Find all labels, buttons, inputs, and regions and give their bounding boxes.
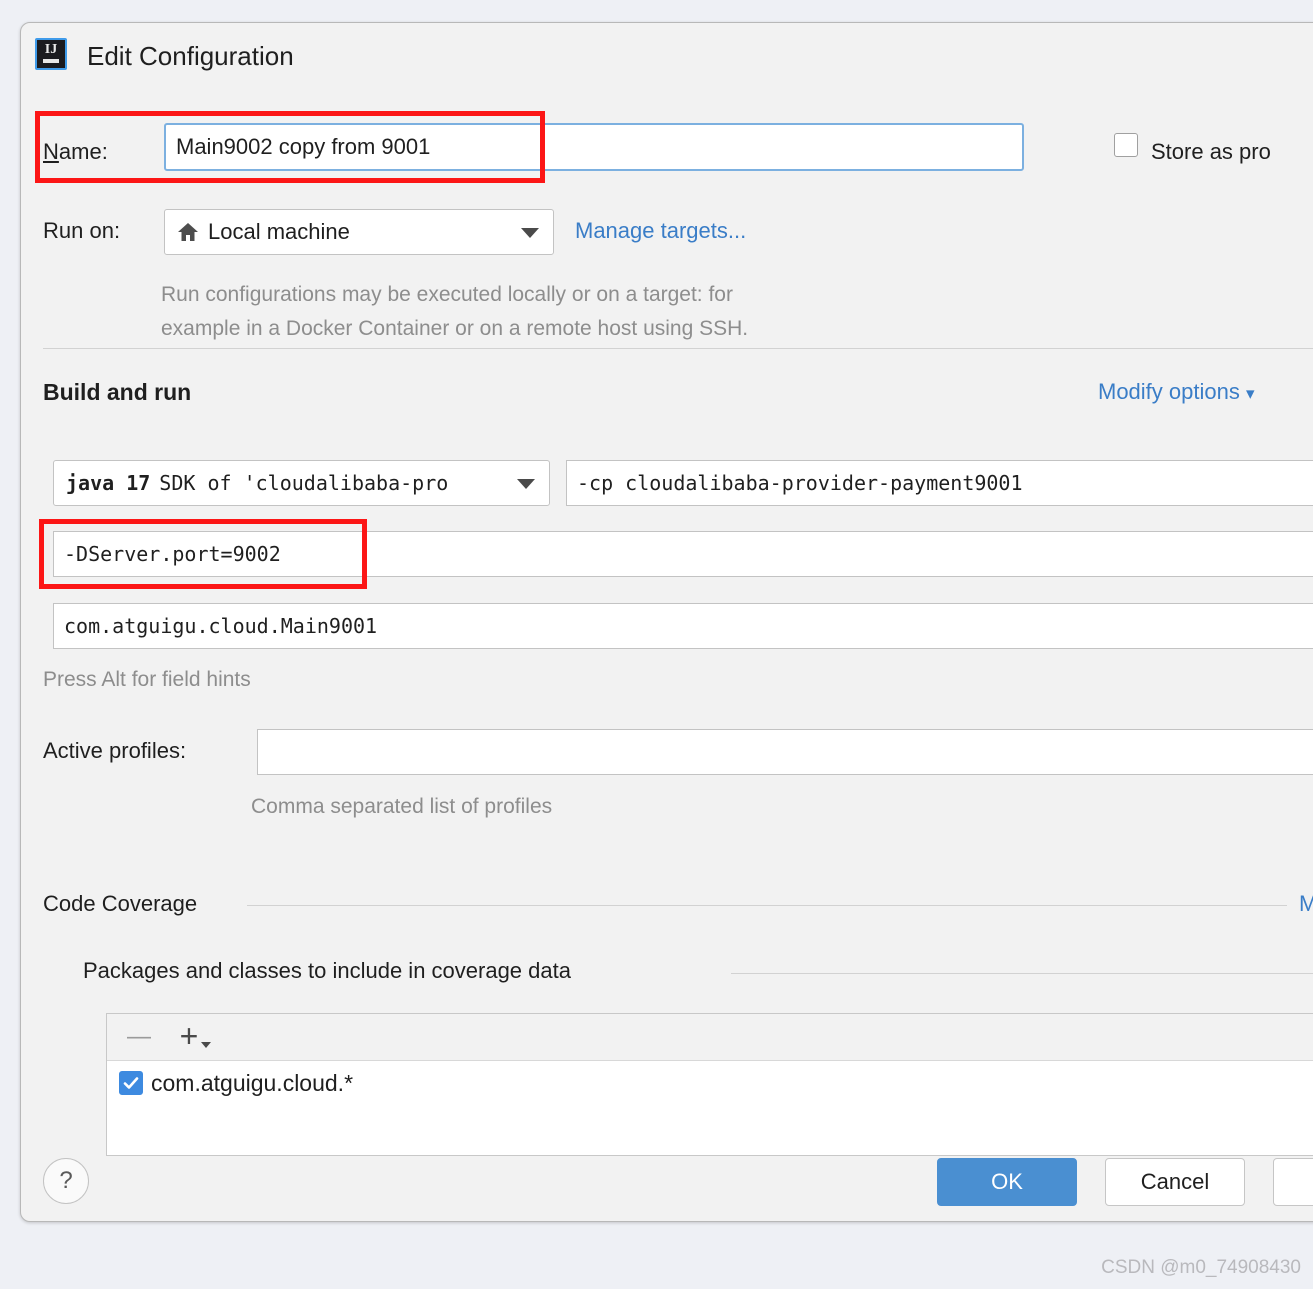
run-on-description-line1: Run configurations may be executed local… xyxy=(161,283,733,306)
edit-configuration-dialog: IJ Edit Configuration Name: Main9002 cop… xyxy=(20,22,1313,1222)
name-label-rest: ame: xyxy=(58,139,108,164)
configuration-name-input[interactable]: Main9002 copy from 9001 xyxy=(164,123,1024,171)
remove-pattern-button[interactable]: — xyxy=(125,1023,153,1050)
apply-button[interactable] xyxy=(1273,1158,1313,1206)
coverage-toolbar: — + xyxy=(107,1014,1313,1061)
name-label-mnemonic: N xyxy=(43,139,59,164)
build-and-run-section-title: Build and run xyxy=(43,379,192,405)
vm-options-input[interactable]: -DServer.port=9002 xyxy=(53,531,1313,577)
modify-options-label: Modify options xyxy=(1098,379,1240,404)
run-on-label-text: Run on: xyxy=(43,218,121,243)
dialog-titlebar: IJ Edit Configuration xyxy=(21,23,1313,89)
section-separator xyxy=(43,348,1313,349)
code-coverage-section-title: Code Coverage xyxy=(43,891,198,916)
chevron-down-icon xyxy=(521,228,539,238)
dialog-title: Edit Configuration xyxy=(87,41,294,71)
cancel-button[interactable]: Cancel xyxy=(1105,1158,1245,1206)
coverage-subsection-rule xyxy=(731,973,1313,974)
main-class-input[interactable]: com.atguigu.cloud.Main9001 xyxy=(53,603,1313,649)
vm-options-value: -DServer.port=9002 xyxy=(64,542,281,566)
modify-options-chevron-icon: ▾ xyxy=(1245,384,1255,403)
ok-button[interactable]: OK xyxy=(937,1158,1077,1206)
intellij-idea-icon: IJ xyxy=(35,38,67,70)
coverage-subsection-title: Packages and classes to include in cover… xyxy=(83,958,571,983)
coverage-pattern-label: com.atguigu.cloud.* xyxy=(151,1069,354,1096)
jdk-name: java 17 xyxy=(66,471,151,495)
chevron-down-icon-jdk xyxy=(517,479,535,489)
store-as-project-file-label: Store as pro xyxy=(1151,139,1271,164)
csdn-watermark: CSDN @m0_74908430 xyxy=(1101,1257,1301,1278)
manage-targets-link[interactable]: Manage targets... xyxy=(575,218,746,244)
shorten-command-line-input[interactable]: -cp cloudalibaba-provider-payment9001 xyxy=(566,460,1313,506)
run-target-combobox[interactable]: Local machine xyxy=(164,209,554,255)
run-on-label: Run on: xyxy=(43,218,120,244)
shorten-command-line-value: -cp cloudalibaba-provider-payment9001 xyxy=(577,471,1023,495)
active-profiles-input[interactable] xyxy=(257,729,1313,775)
run-on-description-line2: example in a Docker Container or on a re… xyxy=(161,317,749,340)
coverage-pattern-checkbox[interactable] xyxy=(119,1071,143,1095)
modify-options-link[interactable]: Modify options ▾ xyxy=(1098,379,1255,405)
jdk-combobox[interactable]: java 17 SDK of 'cloudalibaba-pro xyxy=(53,460,550,506)
coverage-patterns-panel: — + com.atguigu.cloud.* xyxy=(106,1013,1313,1156)
main-class-value: com.atguigu.cloud.Main9001 xyxy=(64,614,378,638)
name-label: Name: xyxy=(43,139,108,165)
home-icon xyxy=(177,222,199,242)
active-profiles-label: Active profiles: xyxy=(43,738,187,763)
jdk-detail: SDK of 'cloudalibaba-pro xyxy=(159,471,449,495)
active-profiles-hint: Comma separated list of profiles xyxy=(251,795,553,818)
run-target-value: Local machine xyxy=(208,219,350,244)
table-row[interactable]: com.atguigu.cloud.* xyxy=(107,1062,1313,1104)
intellij-icon-letters: IJ xyxy=(44,42,58,57)
code-coverage-modify-link[interactable]: M xyxy=(1299,891,1313,917)
help-button[interactable]: ? xyxy=(43,1158,89,1204)
add-pattern-button[interactable]: + xyxy=(172,1018,206,1054)
intellij-icon-underline xyxy=(43,59,59,63)
add-pattern-dropdown-icon[interactable] xyxy=(201,1042,211,1048)
code-coverage-title-rule xyxy=(247,905,1287,906)
store-as-project-file-checkbox[interactable] xyxy=(1114,133,1138,157)
field-hint-text: Press Alt for field hints xyxy=(43,668,251,691)
configuration-name-value: Main9002 copy from 9001 xyxy=(176,134,431,159)
